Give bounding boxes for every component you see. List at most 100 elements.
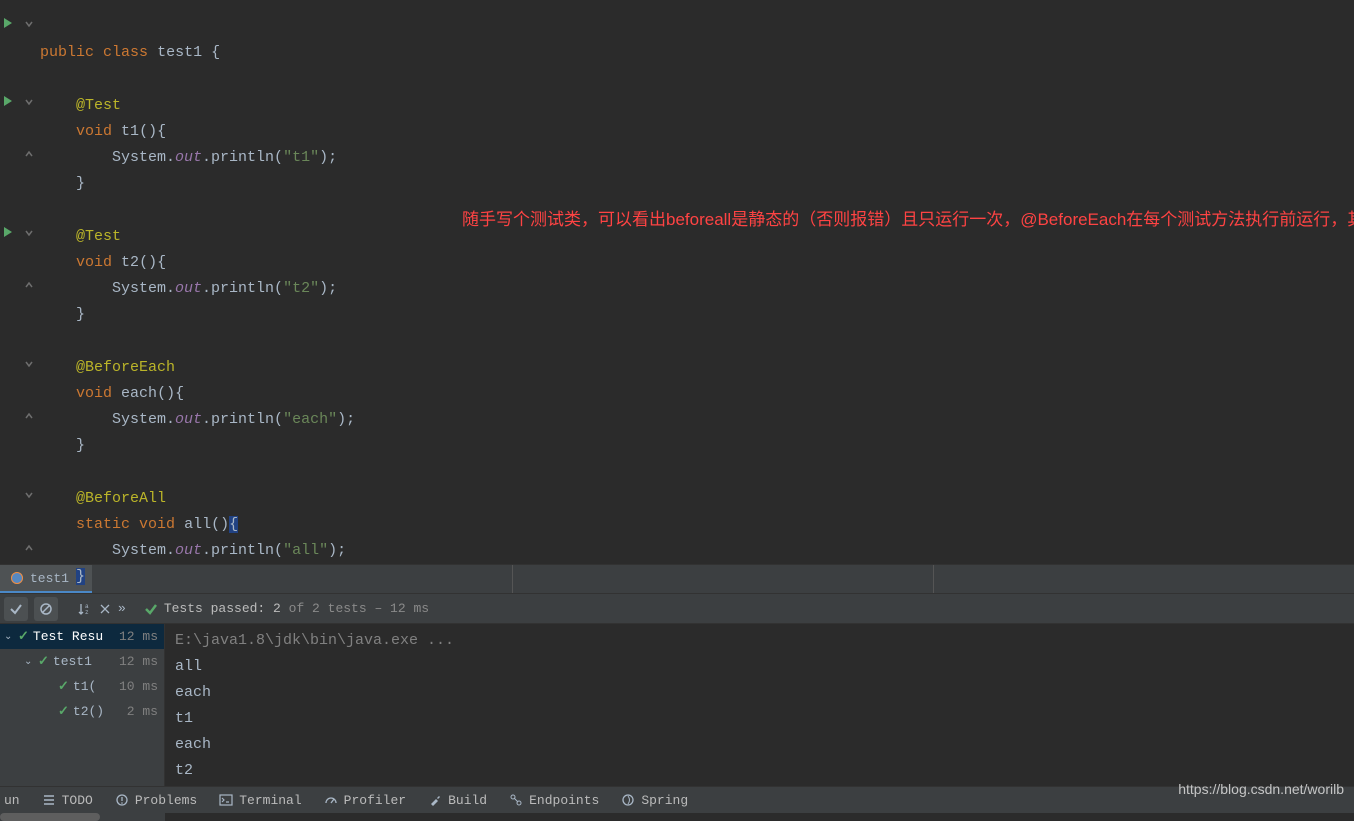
tree-label: test1 <box>53 654 92 669</box>
method-name: all <box>184 516 211 533</box>
annotation: @Test <box>76 97 121 114</box>
brace: } <box>76 568 85 585</box>
build-tool[interactable]: Build <box>418 787 497 813</box>
terminal-tool[interactable]: Terminal <box>209 787 311 813</box>
tree-class[interactable]: ⌄ ✓ test1 12 ms <box>0 649 164 674</box>
brace: } <box>76 175 85 192</box>
console-line: each <box>175 736 211 753</box>
string: "each" <box>283 411 337 428</box>
parens: (){ <box>139 254 166 271</box>
fold-end-icon[interactable] <box>24 280 34 290</box>
gutter <box>0 0 38 564</box>
build-label: Build <box>448 793 487 808</box>
console-output[interactable]: E:\java1.8\jdk\bin\java.exe ... all each… <box>165 624 1354 786</box>
run-label: un <box>4 793 20 808</box>
fold-icon[interactable] <box>24 359 34 369</box>
sys: System. <box>112 280 175 297</box>
fold-end-icon[interactable] <box>24 411 34 421</box>
problems-tool[interactable]: Problems <box>105 787 207 813</box>
spring-tool[interactable]: Spring <box>611 787 698 813</box>
problems-label: Problems <box>135 793 197 808</box>
profiler-label: Profiler <box>344 793 406 808</box>
tree-root[interactable]: ⌄ ✓ Test Resu 12 ms <box>0 624 164 649</box>
code-content[interactable]: public class test1 { @Test void t1(){ Sy… <box>38 0 1354 564</box>
svg-text:z: z <box>85 609 89 616</box>
console-line: each <box>175 684 211 701</box>
method-name: t2 <box>121 254 139 271</box>
scrollbar-horizontal[interactable] <box>0 813 165 821</box>
tree-test[interactable]: ✓ t1( 10 ms <box>0 674 164 699</box>
run-class-icon[interactable] <box>2 17 14 29</box>
spring-label: Spring <box>641 793 688 808</box>
fold-icon[interactable] <box>24 490 34 500</box>
keyword: void <box>139 516 175 533</box>
endpoints-icon <box>509 793 523 807</box>
fold-icon[interactable] <box>24 19 34 29</box>
passed-count: 2 <box>273 601 281 616</box>
println: .println( <box>202 149 283 166</box>
check-icon: ✓ <box>18 629 29 644</box>
println: .println( <box>202 280 283 297</box>
run-test-icon[interactable] <box>2 95 14 107</box>
tree-time: 10 ms <box>119 679 164 694</box>
check-icon <box>9 602 23 616</box>
parens: (){ <box>139 123 166 140</box>
bottom-toolbar: un TODO Problems Terminal Profiler Build… <box>0 786 1354 813</box>
parens: () <box>211 516 229 533</box>
sys: System. <box>112 149 175 166</box>
string: "all" <box>283 542 328 559</box>
watermark: https://blog.csdn.net/worilb <box>1178 781 1344 797</box>
chevron-down-icon[interactable]: ⌄ <box>24 656 34 668</box>
keyword: void <box>76 385 112 402</box>
tree-time: 2 ms <box>127 704 164 719</box>
chevron-down-icon[interactable]: ⌄ <box>4 631 14 643</box>
sys: System. <box>112 411 175 428</box>
console-cmd: E:\java1.8\jdk\bin\java.exe ... <box>175 632 454 649</box>
parens: (){ <box>157 385 184 402</box>
brace: { <box>202 44 220 61</box>
tree-label: t2() <box>73 704 104 719</box>
semi: ); <box>337 411 355 428</box>
fold-end-icon[interactable] <box>24 149 34 159</box>
results-area: ⌄ ✓ Test Resu 12 ms ⌄ ✓ test1 12 ms ✓ t1… <box>0 624 1354 786</box>
run-test-icon[interactable] <box>2 226 14 238</box>
endpoints-tool[interactable]: Endpoints <box>499 787 609 813</box>
brace: } <box>76 437 85 454</box>
console-line: t1 <box>175 710 193 727</box>
sort-icon[interactable]: az <box>78 602 92 616</box>
println: .println( <box>202 542 283 559</box>
fold-end-icon[interactable] <box>24 543 34 553</box>
profiler-tool[interactable]: Profiler <box>314 787 416 813</box>
expand-icon[interactable] <box>98 602 112 616</box>
class-name: test1 <box>157 44 202 61</box>
check-icon: ✓ <box>58 704 69 719</box>
fold-icon[interactable] <box>24 228 34 238</box>
tree-label: t1( <box>73 679 96 694</box>
todo-tool[interactable]: TODO <box>32 787 103 813</box>
console-line: t2 <box>175 762 193 779</box>
annotation: @BeforeEach <box>76 359 175 376</box>
keyword: static <box>76 516 130 533</box>
warning-icon <box>115 793 129 807</box>
field-out: out <box>175 280 202 297</box>
string: "t2" <box>283 280 319 297</box>
tree-test[interactable]: ✓ t2() 2 ms <box>0 699 164 724</box>
breadcrumb-bar: test1 × <box>0 564 1354 594</box>
spring-icon <box>621 793 635 807</box>
keyword: public <box>40 44 94 61</box>
tree-time: 12 ms <box>119 629 164 644</box>
hammer-icon <box>428 793 442 807</box>
semi: ); <box>319 149 337 166</box>
show-passed-button[interactable] <box>4 597 28 621</box>
run-tool[interactable]: un <box>4 787 30 813</box>
semi: ); <box>319 280 337 297</box>
string: "t1" <box>283 149 319 166</box>
brace: } <box>76 306 85 323</box>
fold-icon[interactable] <box>24 97 34 107</box>
method-name: t1 <box>121 123 139 140</box>
keyword: void <box>76 123 112 140</box>
total-tests-label: of 2 tests – 12 ms <box>281 601 429 616</box>
chevron-icon[interactable]: » <box>118 601 126 616</box>
field-out: out <box>175 542 202 559</box>
gauge-icon <box>324 793 338 807</box>
